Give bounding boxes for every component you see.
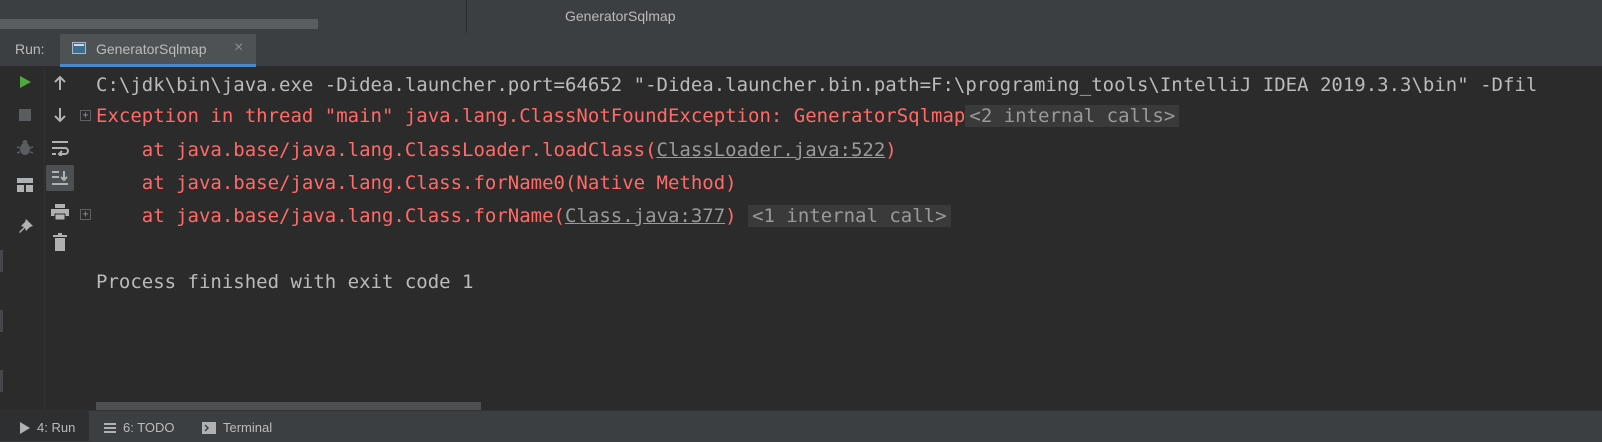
console-horizontal-scrollbar[interactable]: [96, 402, 481, 410]
bug-icon[interactable]: [14, 137, 36, 159]
stop-icon[interactable]: [14, 104, 36, 126]
pin-icon[interactable]: [14, 216, 36, 238]
horizontal-scrollbar[interactable]: [0, 19, 318, 29]
expand-fold-icon[interactable]: +: [80, 209, 91, 220]
application-icon: [72, 42, 86, 54]
scroll-to-end-icon[interactable]: [46, 165, 74, 191]
stack-frame-text: at java.base/java.lang.Class.forName0(Na…: [96, 172, 737, 194]
close-icon[interactable]: ×: [234, 39, 243, 57]
rerun-icon[interactable]: [14, 71, 36, 93]
expand-fold-icon[interactable]: +: [80, 110, 91, 121]
stack-frame-line: at java.base/java.lang.Class.forName(Cla…: [96, 204, 951, 228]
bottom-tab-todo[interactable]: 6: TODO: [104, 420, 175, 435]
bottom-tab-label: Terminal: [223, 420, 273, 435]
internal-calls-fold[interactable]: <2 internal calls>: [965, 105, 1180, 127]
edge-marker: [0, 250, 3, 272]
layout-icon[interactable]: [14, 174, 36, 196]
stack-frame-line: at java.base/java.lang.ClassLoader.loadC…: [96, 138, 897, 162]
print-icon[interactable]: [49, 201, 71, 223]
run-tab-label[interactable]: GeneratorSqlmap: [96, 41, 207, 57]
soft-wrap-icon[interactable]: [49, 137, 71, 159]
bottom-tab-label: 6: TODO: [123, 420, 175, 435]
down-arrow-icon[interactable]: [49, 104, 71, 126]
stack-frame-text: at java.base/java.lang.Class.forName(: [96, 205, 565, 227]
window-title: GeneratorSqlmap: [565, 8, 676, 24]
trash-icon[interactable]: [49, 231, 71, 253]
play-icon: [20, 421, 30, 434]
run-label: Run:: [15, 41, 45, 57]
up-arrow-icon[interactable]: [49, 72, 71, 94]
bottom-tab-run[interactable]: 4: Run: [20, 420, 75, 435]
toolbar-divider: [44, 66, 45, 410]
todo-icon: [104, 422, 116, 433]
bottom-tab-terminal[interactable]: Terminal: [202, 420, 272, 435]
internal-call-fold[interactable]: <1 internal call>: [748, 205, 951, 227]
bottom-tab-label: 4: Run: [37, 420, 76, 435]
edge-marker: [0, 370, 3, 392]
stack-frame-text: at java.base/java.lang.ClassLoader.loadC…: [96, 139, 657, 161]
terminal-icon: [202, 421, 216, 434]
stack-frame-suffix: ): [725, 205, 737, 227]
exception-text: Exception in thread "main" java.lang.Cla…: [96, 105, 966, 127]
source-link[interactable]: Class.java:377: [565, 205, 725, 227]
active-tab-indicator: [60, 64, 256, 67]
divider: [466, 0, 467, 33]
stack-frame-suffix: ): [885, 139, 897, 161]
edge-marker: [0, 310, 3, 332]
console-command-line: C:\jdk\bin\java.exe -Didea.launcher.port…: [96, 74, 1538, 96]
stack-frame-line: at java.base/java.lang.Class.forName0(Na…: [96, 171, 737, 195]
console-exception-line: Exception in thread "main" java.lang.Cla…: [96, 104, 1180, 128]
source-link[interactable]: ClassLoader.java:522: [657, 139, 886, 161]
process-exit-line: Process finished with exit code 1: [96, 271, 474, 293]
